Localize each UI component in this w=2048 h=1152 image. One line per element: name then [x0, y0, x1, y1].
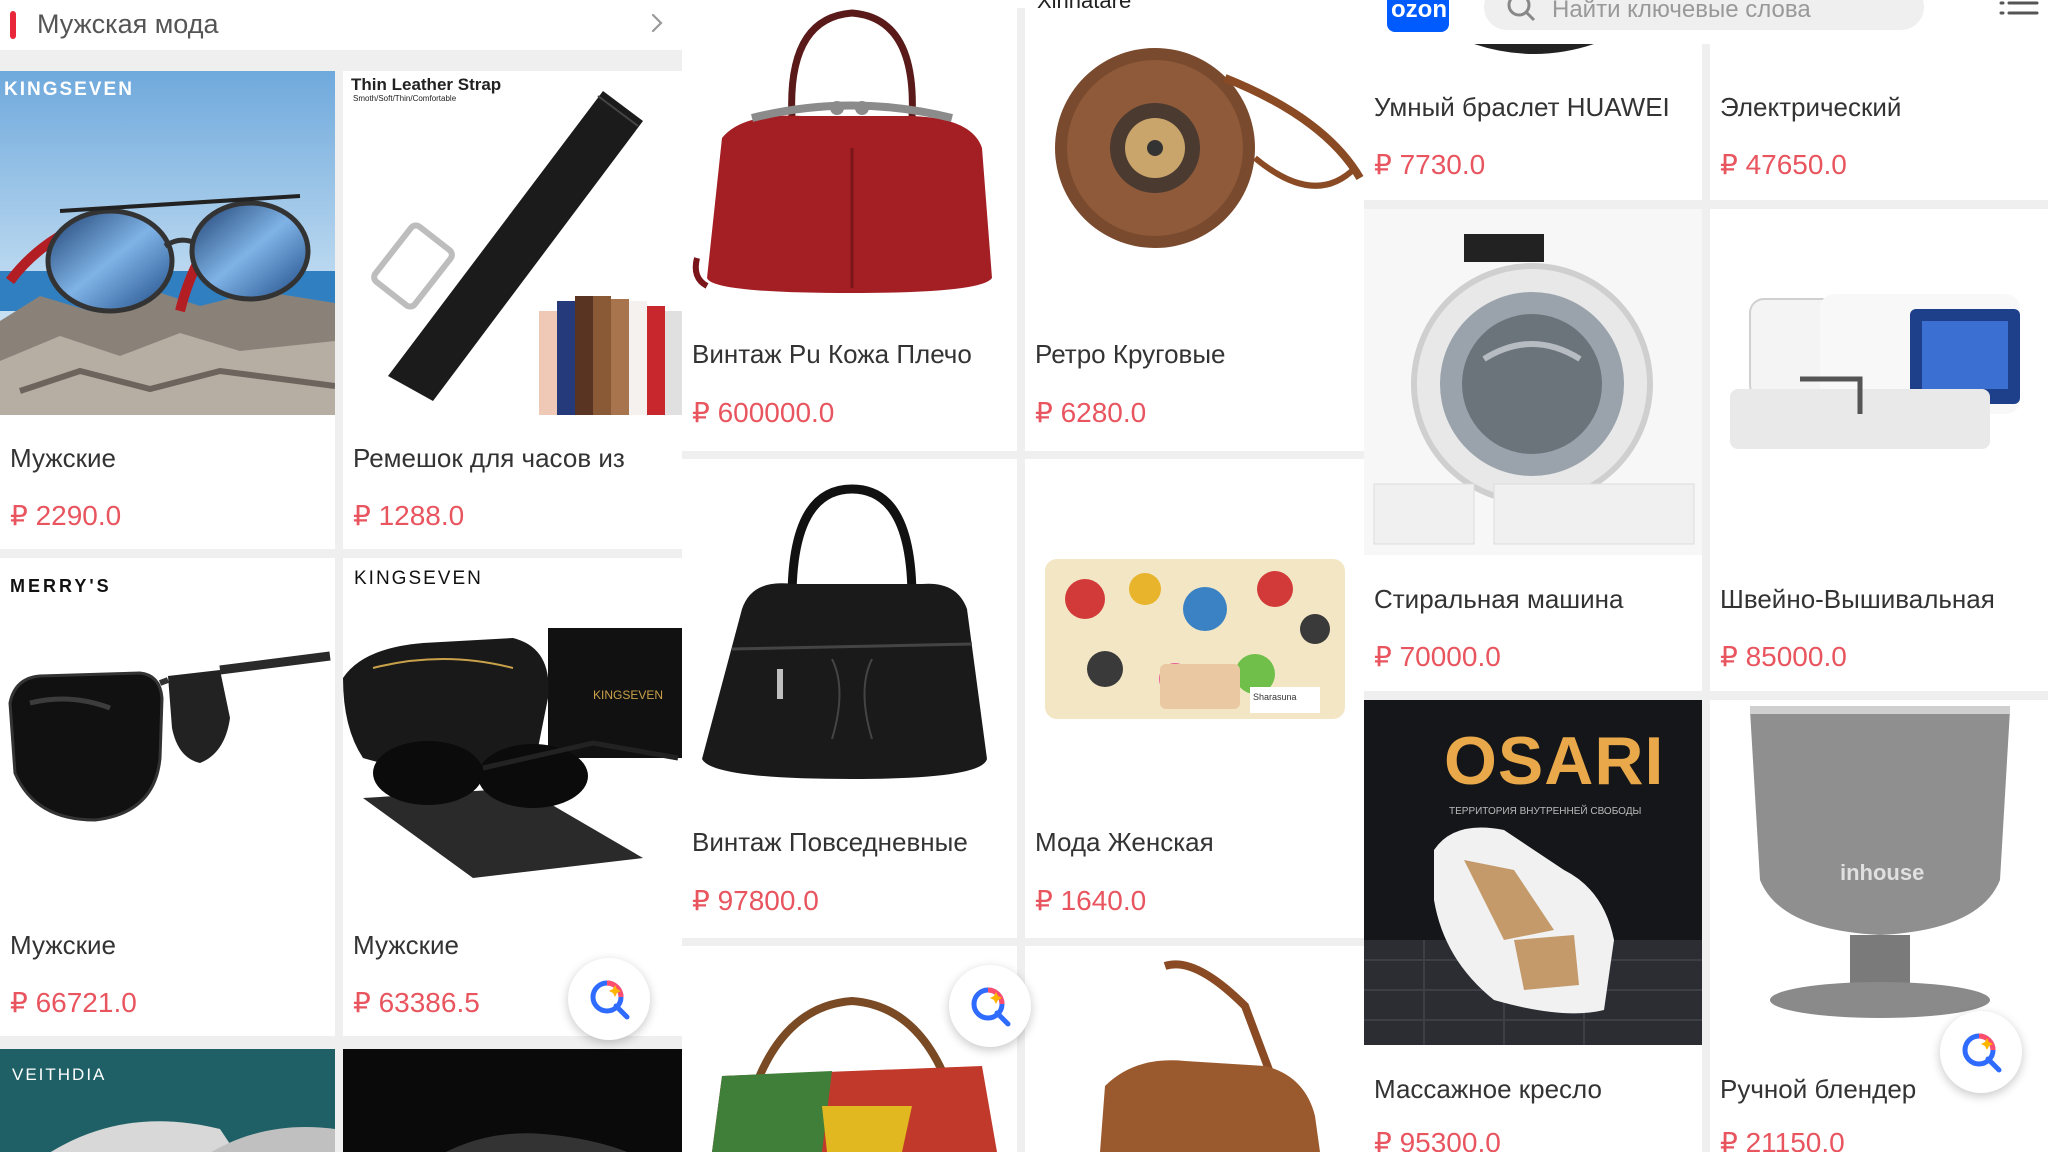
product-image — [343, 1049, 682, 1152]
product-card[interactable]: MERRY'S Мужские ₽ 66721.0 — [0, 558, 335, 1036]
product-name: Мужские — [10, 930, 116, 960]
product-price: ₽ 97800.0 — [692, 885, 819, 916]
ai-search-button[interactable] — [568, 958, 650, 1040]
search-placeholder: Найти ключевые слова — [1552, 0, 1811, 23]
search-icon — [1507, 0, 1536, 22]
product-card[interactable]: KINGSEVEN Мужские ₽ 2290.0 — [0, 71, 335, 549]
banner-subtitle: Smoth/Soft/Thin/Comfortable — [353, 94, 457, 103]
category-title: Мужская мода — [37, 9, 219, 39]
product-image: MERRY'S — [0, 558, 335, 902]
product-name: Винтаж Повседневные — [692, 827, 968, 857]
product-card[interactable]: VEITHDIA — [0, 1049, 335, 1152]
brand-logo: OSARI — [1444, 723, 1665, 799]
brand-logo: VEITHDIA — [12, 1065, 107, 1084]
product-name: Ретро Круговые — [1035, 339, 1226, 369]
product-image: Thin Leather Strap Smoth/Soft/Thin/Comfo… — [343, 71, 682, 415]
ai-search-icon — [590, 980, 630, 1020]
product-price: ₽ 1640.0 — [1035, 885, 1147, 916]
ai-search-button[interactable] — [1940, 1011, 2022, 1093]
category-accent-bar — [10, 11, 16, 39]
product-name: Электрический — [1720, 92, 1902, 122]
product-price: ₽ 47650.0 — [1720, 149, 1847, 180]
menu-icon[interactable] — [1999, 0, 2039, 16]
panel-mens-fashion: Мужская мода KINGSEVEN Мужские ₽ 2290.0 … — [0, 0, 682, 1152]
product-name: Швейно-Вышивальная — [1720, 584, 1995, 614]
product-name: Массажное кресло — [1374, 1074, 1602, 1104]
product-image — [1710, 209, 2048, 555]
ai-search-button[interactable] — [949, 965, 1031, 1047]
product-name: Винтаж Pu Кожа Плечо — [692, 339, 972, 369]
brand-logo: MERRY'S — [10, 576, 112, 596]
search-input[interactable]: Найти ключевые слова — [1484, 0, 1924, 30]
product-name: Стиральная машина — [1374, 584, 1624, 614]
product-card[interactable]: Thin Leather Strap Smoth/Soft/Thin/Comfo… — [343, 71, 682, 549]
banner-title: Thin Leather Strap — [351, 75, 502, 94]
brand-tagline: ТЕРРИТОРИЯ ВНУТРЕННЕЙ СВОБОДЫ — [1449, 806, 1642, 817]
product-card[interactable] — [343, 1049, 682, 1152]
product-price: ₽ 63386.5 — [353, 987, 480, 1018]
product-image — [682, 459, 1017, 799]
top-strip — [682, 0, 1364, 8]
product-price: ₽ 66721.0 — [10, 987, 137, 1018]
product-image — [1025, 946, 1364, 1152]
product-price: ₽ 95300.0 — [1374, 1127, 1501, 1152]
product-name: Мода Женская — [1035, 827, 1214, 857]
product-card[interactable] — [1025, 946, 1364, 1152]
ai-search-icon — [1962, 1033, 2002, 1073]
product-price: ₽ 21150.0 — [1720, 1127, 1845, 1152]
product-card[interactable]: Винтаж Повседневные ₽ 97800.0 — [682, 459, 1017, 938]
box-brand-logo: KINGSEVEN — [593, 688, 664, 702]
product-name: Умный браслет HUAWEI — [1374, 92, 1670, 122]
product-card[interactable]: Винтаж Pu Кожа Плечо ₽ 600000.0 — [682, 8, 1017, 451]
brand-logo: KINGSEVEN — [4, 79, 134, 100]
product-card[interactable]: Sharasuna Мода Женская ₽ 1640.0 — [1025, 459, 1364, 938]
product-card[interactable]: Электрический ₽ 47650.0 — [1710, 44, 2048, 200]
ai-search-icon — [971, 987, 1011, 1027]
product-price: ₽ 70000.0 — [1374, 641, 1501, 672]
brand-logo: inhouse — [1840, 860, 1925, 885]
product-card[interactable]: Швейно-Вышивальная ₽ 85000.0 — [1710, 209, 2048, 691]
product-name: Мужские — [10, 443, 116, 473]
product-image — [1364, 209, 1702, 555]
product-price: ₽ 2290.0 — [10, 500, 122, 531]
product-image: inhouse — [1710, 700, 2048, 1045]
product-image: KINGSEVEN — [0, 71, 335, 415]
product-name: Ремешок для часов из — [353, 443, 625, 473]
product-image — [1025, 8, 1364, 308]
product-image: Sharasuna — [1025, 459, 1364, 799]
product-price: ₽ 1288.0 — [353, 500, 465, 531]
panel-bags: Xinhatare Винтаж Pu Кожа Плечо ₽ 600000.… — [682, 0, 1364, 1152]
product-image: OSARI ТЕРРИТОРИЯ ВНУТРЕННЕЙ СВОБОДЫ — [1364, 700, 1702, 1045]
brand-logo: KINGSEVEN — [354, 568, 483, 589]
product-price: ₽ 7730.0 — [1374, 149, 1486, 180]
product-image: VEITHDIA — [0, 1049, 335, 1152]
bag-tag: Sharasuna — [1253, 692, 1297, 702]
product-image — [1364, 44, 1702, 60]
product-price: ₽ 6280.0 — [1035, 397, 1147, 428]
product-card[interactable]: Умный браслет HUAWEI ₽ 7730.0 — [1364, 44, 1702, 200]
search-header: ozon Найти ключевые слова — [1364, 0, 2048, 44]
product-price: ₽ 600000.0 — [692, 397, 835, 428]
product-price: ₽ 85000.0 — [1720, 641, 1847, 672]
product-image: KINGSEVEN KINGSEVEN — [343, 558, 682, 902]
category-header[interactable]: Мужская мода — [0, 0, 682, 50]
chevron-right-icon[interactable] — [646, 12, 668, 34]
product-card[interactable]: Ретро Круговые ₽ 6280.0 — [1025, 8, 1364, 451]
product-image — [682, 8, 1017, 308]
ozon-logo[interactable]: ozon — [1387, 0, 1449, 32]
product-card[interactable]: Стиральная машина ₽ 70000.0 — [1364, 209, 1702, 691]
product-card[interactable]: OSARI ТЕРРИТОРИЯ ВНУТРЕННЕЙ СВОБОДЫ Масс… — [1364, 700, 1702, 1152]
panel-electronics: ozon Найти ключевые слова Умный браслет … — [1364, 0, 2048, 1152]
product-name: Мужские — [353, 930, 459, 960]
